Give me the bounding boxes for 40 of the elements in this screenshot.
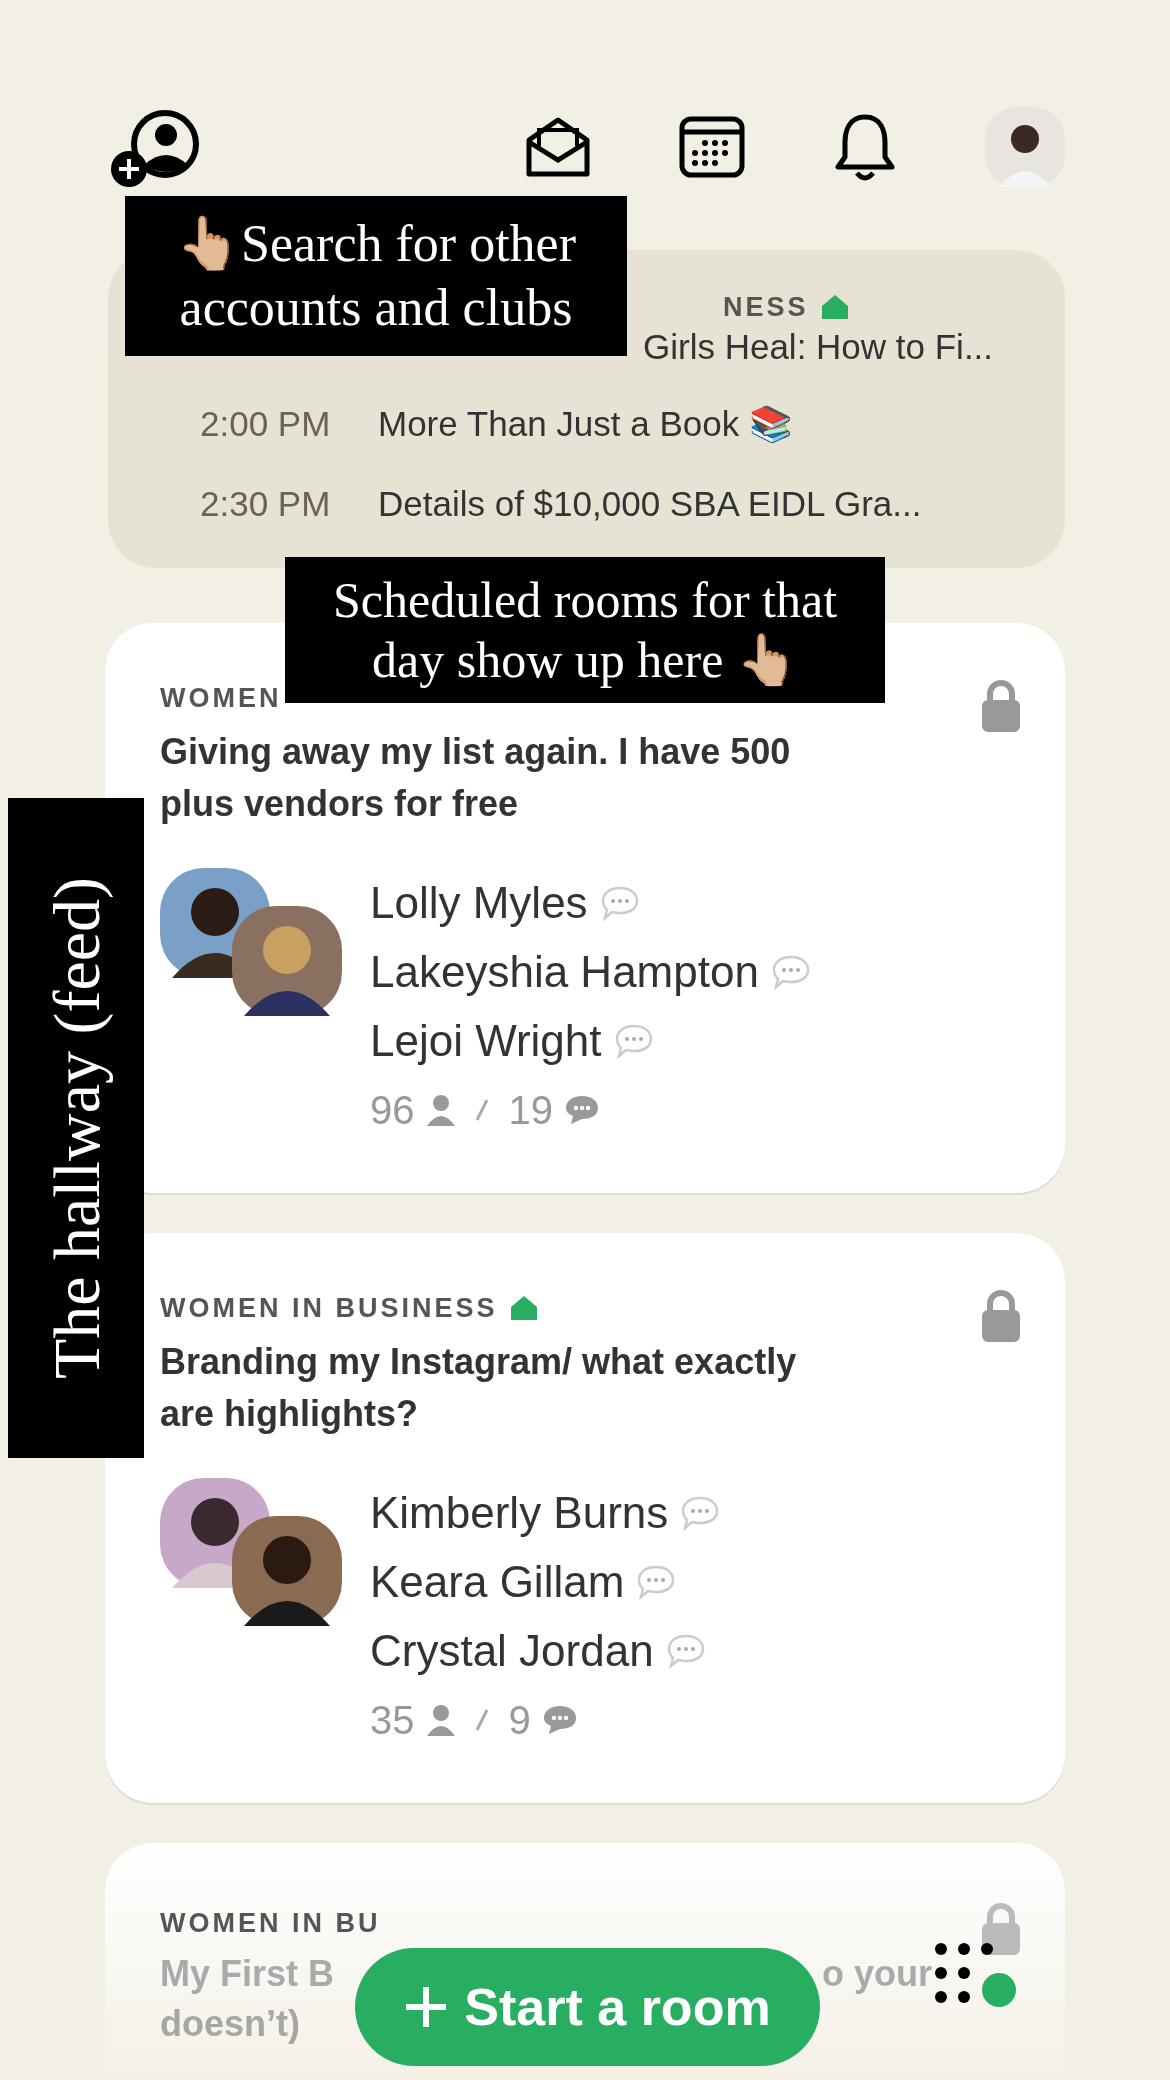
club-label: NESS (723, 290, 809, 324)
plus-icon (404, 1985, 449, 2029)
person-icon (426, 1704, 455, 1736)
club-label[interactable]: WOMEN IN BU (160, 1903, 381, 1943)
chat-bubble-icon (613, 1022, 654, 1059)
speaker-name[interactable]: Crystal Jordan (370, 1617, 654, 1684)
listener-count: 96 (370, 1087, 415, 1134)
room-title[interactable]: More Than Just a Book 📚 (378, 397, 793, 451)
annotation-tooltip: 👆🏼Search for other accounts and clubs (125, 196, 627, 356)
room-title[interactable]: Girls Heal: How to Fi... (643, 327, 994, 366)
home-icon (820, 294, 849, 320)
chat-bubble-icon (665, 1632, 706, 1669)
speaker-name[interactable]: Lejoi Wright (370, 1007, 602, 1074)
speaker-name[interactable]: Keara Gillam (370, 1548, 625, 1615)
club-label[interactable]: WOMEN (160, 677, 282, 719)
profile-avatar[interactable] (985, 107, 1065, 187)
chat-icon (542, 1705, 577, 1735)
room-card[interactable]: WOMEN IN BUSINESS Branding my Instagram/ what exactly are highlights? Kimberly Burns Keara Gillam Crystal Jordan 35 9 (105, 1233, 1065, 1803)
chat-bubble-icon (636, 1563, 677, 1600)
comment-count: 19 (508, 1087, 553, 1134)
annotation-tooltip: Scheduled rooms for that day show up here 👆🏼 (285, 557, 885, 703)
room-title[interactable]: Giving away my list again. I have 500 plus vendors for free (160, 726, 850, 830)
speaker-name[interactable]: Lakeyshia Hampton (370, 938, 759, 1005)
room-title[interactable]: Details of $10,000 SBA EIDL Gra... (378, 477, 922, 531)
grid-icon[interactable] (935, 1943, 1017, 2009)
chat-bubble-icon (680, 1494, 721, 1531)
chat-bubble-icon (770, 953, 811, 990)
club-label[interactable]: WOMEN IN BUSINESS (160, 1287, 498, 1329)
speaker-name[interactable]: Lolly Myles (370, 869, 588, 936)
room-title[interactable]: Branding my Instagram/ what exactly are highlights? (160, 1336, 850, 1440)
person-icon (426, 1094, 455, 1126)
annotation-tooltip: The hallway (feed) (8, 798, 144, 1458)
chat-icon (565, 1095, 599, 1125)
listener-count: 35 (370, 1697, 415, 1744)
comment-count: 9 (508, 1697, 531, 1744)
scheduled-time: 2:30 PM (200, 482, 332, 525)
speaker-name[interactable]: Kimberly Burns (370, 1479, 669, 1546)
scheduled-time: 2:00 PM (200, 402, 332, 445)
calendar-icon[interactable] (679, 114, 745, 180)
chat-bubble-icon (599, 884, 640, 921)
